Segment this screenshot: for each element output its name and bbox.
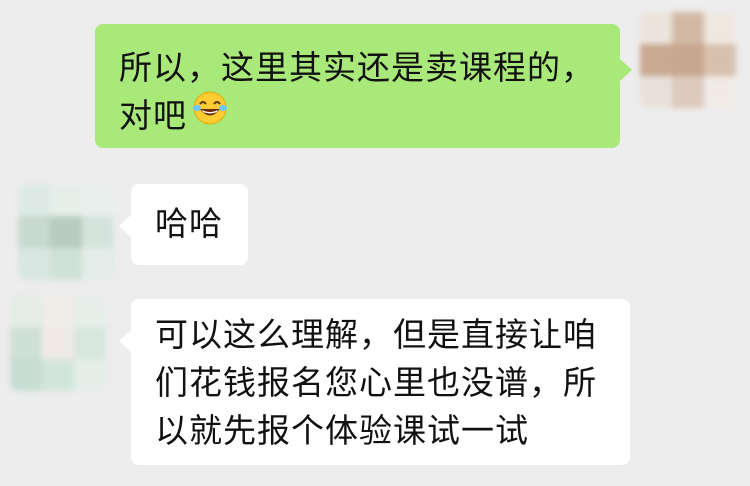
laughing-with-tears-emoji-icon xyxy=(191,89,229,140)
friend-avatar[interactable] xyxy=(18,184,114,280)
message-bubble-friend[interactable]: 可以这么理解，但是直接让咱 们花钱报名您心里也没谱，所 以就先报个体验课试一试 xyxy=(119,299,630,465)
message-bubble-friend[interactable]: 哈哈 xyxy=(119,184,248,265)
self-avatar[interactable] xyxy=(640,12,736,108)
message-text-line: 们花钱报名您心里也没谱，所 xyxy=(155,363,597,402)
message-text-line: 可以这么理解，但是直接让咱 xyxy=(155,315,597,354)
message-text-line: 哈哈 xyxy=(155,204,223,243)
message-bubble-self[interactable]: 所以，这里其实还是卖课程的， 对吧 xyxy=(95,24,632,148)
message-text-line: 所以，这里其实还是卖课程的， xyxy=(119,48,595,87)
message-text-line: 以就先报个体验课试一试 xyxy=(155,411,529,450)
friend-avatar[interactable] xyxy=(10,295,106,391)
message-text-line: 对吧 xyxy=(119,89,596,140)
